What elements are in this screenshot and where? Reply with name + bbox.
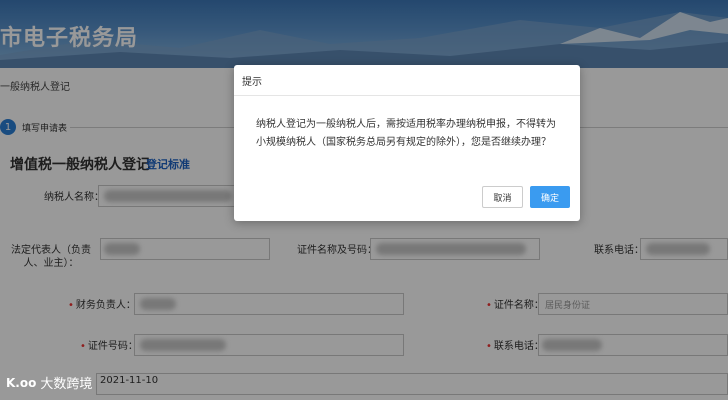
dialog-title: 提示 (234, 65, 580, 96)
watermark: K.oo 大数跨境 (6, 373, 93, 393)
cancel-button[interactable]: 取消 (482, 186, 523, 208)
confirm-dialog: 提示 纳税人登记为一般纳税人后，需按适用税率办理纳税申报，不得转为小规模纳税人（… (234, 65, 580, 221)
confirm-button[interactable]: 确定 (530, 186, 570, 208)
watermark-text: 大数跨境 (40, 377, 93, 392)
dialog-message: 纳税人登记为一般纳税人后，需按适用税率办理纳税申报，不得转为小规模纳税人（国家税… (256, 119, 556, 148)
watermark-logo: K.oo (6, 375, 37, 390)
